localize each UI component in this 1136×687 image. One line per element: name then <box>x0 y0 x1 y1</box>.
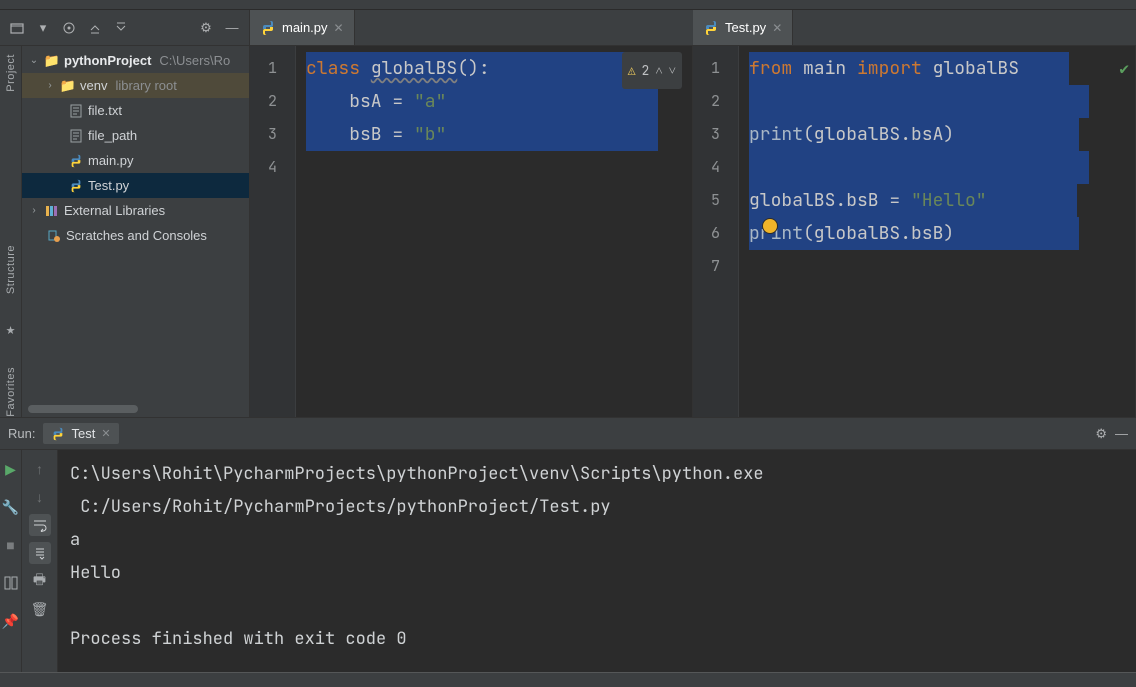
project-root[interactable]: ⌄ 📁 pythonProject C:\Users\Ro <box>22 48 249 73</box>
hide-icon[interactable]: — <box>1115 426 1128 441</box>
intention-bulb-icon[interactable] <box>763 219 777 233</box>
expand-all-icon[interactable]: ▾ <box>32 17 54 39</box>
no-problems-icon[interactable]: ✔ <box>1119 52 1129 85</box>
favorites-tool-label[interactable]: Favorites <box>5 367 17 417</box>
inspection-count: 2 <box>642 54 650 87</box>
left-rail: Project Structure ★ Favorites <box>0 46 22 417</box>
close-icon[interactable]: ✕ <box>334 21 344 35</box>
libraries-icon <box>44 204 60 218</box>
next-highlight-icon[interactable]: ˅ <box>669 54 676 87</box>
tree-external-libraries[interactable]: › External Libraries <box>22 198 249 223</box>
close-icon[interactable]: ✕ <box>772 21 782 35</box>
python-file-icon <box>51 427 65 441</box>
run-tab[interactable]: Test ✕ <box>43 423 118 444</box>
collapse-icon[interactable] <box>84 17 106 39</box>
down-icon[interactable]: ↓ <box>29 486 51 508</box>
left-tab-group: main.py ✕ <box>250 10 693 45</box>
gutter: 1 2 3 4 <box>250 46 296 417</box>
run-label: Run: <box>8 426 35 441</box>
locate-icon[interactable] <box>58 17 80 39</box>
tab-label: main.py <box>282 20 328 35</box>
chevron-down-icon[interactable]: ⌄ <box>28 55 40 66</box>
code-area[interactable]: from main import globalBS print(globalBS… <box>739 46 1135 417</box>
wrench-icon[interactable]: 🔧 <box>0 496 22 518</box>
run-toolbar: ↑ ↓ 🖶 🗑 <box>22 450 58 672</box>
project-tree[interactable]: ⌄ 📁 pythonProject C:\Users\Ro › 📁 venv l… <box>22 46 250 417</box>
trash-icon[interactable]: 🗑 <box>29 598 51 620</box>
horizontal-scrollbar[interactable] <box>28 405 138 413</box>
soft-wrap-icon[interactable] <box>29 514 51 536</box>
run-header: Run: Test ✕ ⚙ — <box>0 418 1136 450</box>
python-file-icon <box>68 179 84 193</box>
folder-icon: 📁 <box>44 53 60 69</box>
settings-icon[interactable]: ⚙ <box>195 17 217 39</box>
favorites-star-icon[interactable]: ★ <box>6 324 16 337</box>
title-bar <box>0 0 1136 10</box>
python-file-icon <box>703 20 719 36</box>
editor-main[interactable]: 1 2 3 4 class globalBS(): bsA = "a" bsB … <box>250 46 693 417</box>
structure-tool-label[interactable]: Structure <box>5 245 17 294</box>
chevron-right-icon[interactable]: › <box>28 205 40 216</box>
prev-highlight-icon[interactable]: ˄ <box>655 54 662 87</box>
text-file-icon <box>68 129 84 143</box>
run-panel: Run: Test ✕ ⚙ — ▶ 🔧 ■ 📌 ↑ ↓ <box>0 417 1136 672</box>
warning-icon: ⚠ <box>628 54 636 87</box>
editor-test[interactable]: 1 2 3 4 5 6 7 from main import globalBS … <box>693 46 1136 417</box>
select-opened-file-icon[interactable] <box>6 17 28 39</box>
tree-scratches[interactable]: Scratches and Consoles <box>22 223 249 248</box>
python-file-icon <box>260 20 276 36</box>
code-area[interactable]: class globalBS(): bsA = "a" bsB = "b" ⚠ … <box>296 46 692 417</box>
status-bar <box>0 672 1136 687</box>
tree-item-test-py[interactable]: Test.py <box>22 173 249 198</box>
text-file-icon <box>68 104 84 118</box>
pin-icon[interactable]: 📌 <box>0 610 22 632</box>
project-toolbar: ▾ ⚙ — <box>0 10 250 45</box>
folder-icon: 📁 <box>60 78 76 94</box>
tree-item-main-py[interactable]: main.py <box>22 148 249 173</box>
tab-main-py[interactable]: main.py ✕ <box>250 10 355 45</box>
tab-row: ▾ ⚙ — main.py ✕ Test.py ✕ <box>0 10 1136 46</box>
print-icon[interactable]: 🖶 <box>29 570 51 592</box>
up-icon[interactable]: ↑ <box>29 458 51 480</box>
project-name: pythonProject <box>64 53 151 68</box>
layout-icon[interactable] <box>0 572 22 594</box>
tree-item-venv[interactable]: › 📁 venv library root <box>22 73 249 98</box>
close-icon[interactable]: ✕ <box>101 427 110 440</box>
hide-icon[interactable]: — <box>221 17 243 39</box>
rerun-icon[interactable]: ▶ <box>0 458 22 480</box>
run-side-rail: ▶ 🔧 ■ 📌 <box>0 450 22 672</box>
stop-icon[interactable]: ■ <box>0 534 22 556</box>
tab-test-py[interactable]: Test.py ✕ <box>693 10 793 45</box>
collapse2-icon[interactable] <box>110 17 132 39</box>
project-tool-label[interactable]: Project <box>5 54 17 92</box>
run-tab-label: Test <box>71 426 95 441</box>
python-file-icon <box>68 154 84 168</box>
project-path: C:\Users\Ro <box>155 53 230 68</box>
scratches-icon <box>46 229 62 243</box>
tab-label: Test.py <box>725 20 766 35</box>
scroll-to-end-icon[interactable] <box>29 542 51 564</box>
right-tab-group: Test.py ✕ <box>693 10 1136 45</box>
settings-icon[interactable]: ⚙ <box>1095 426 1107 442</box>
tree-item-file-path[interactable]: file_path <box>22 123 249 148</box>
console-output[interactable]: C:\Users\Rohit\PycharmProjects\pythonPro… <box>58 450 1136 672</box>
chevron-right-icon[interactable]: › <box>44 80 56 91</box>
gutter: 1 2 3 4 5 6 7 <box>693 46 739 417</box>
inspection-widget[interactable]: ⚠ 2 ˄ ˅ <box>622 52 682 89</box>
tree-item-file-txt[interactable]: file.txt <box>22 98 249 123</box>
